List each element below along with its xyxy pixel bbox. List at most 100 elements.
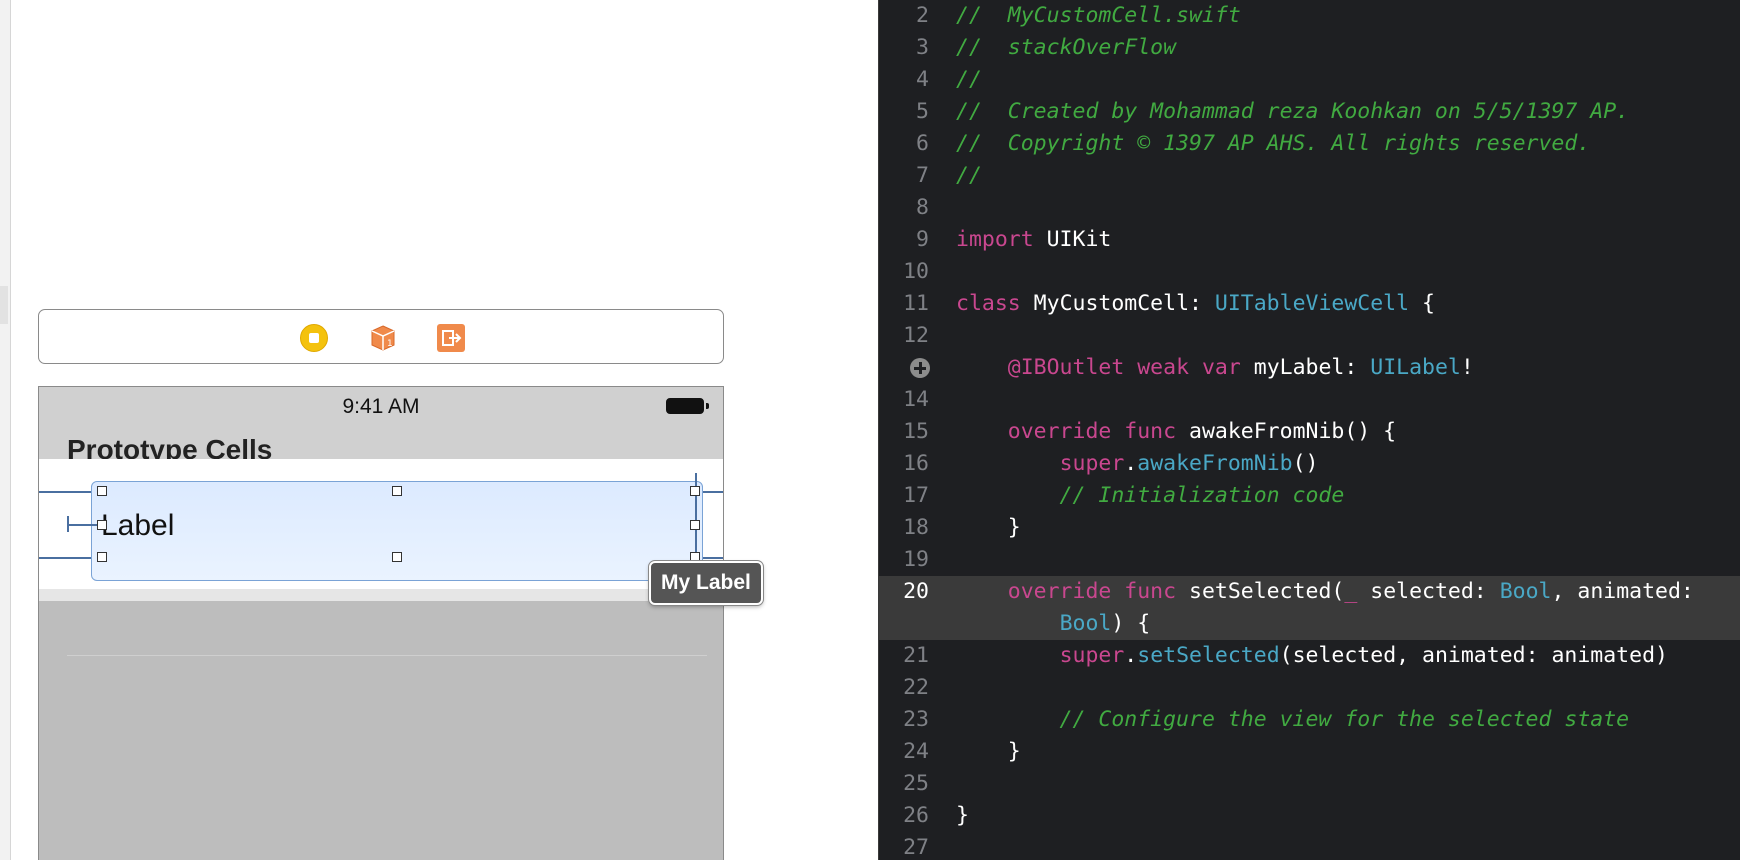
code-text: } — [956, 736, 1021, 768]
line-number: 7 — [916, 163, 929, 188]
code-token: // Initialization code — [956, 483, 1345, 508]
code-line[interactable]: 7 // — [879, 160, 1740, 192]
resize-handle-mr[interactable] — [690, 520, 700, 530]
code-line[interactable]: 18 } — [879, 512, 1740, 544]
code-token: override — [1007, 579, 1112, 604]
resize-handle-bl[interactable] — [97, 552, 107, 562]
code-line[interactable]: 12 — [879, 320, 1740, 352]
scene-dock: 1 — [38, 309, 724, 364]
resize-handle-tr[interactable] — [690, 486, 700, 496]
code-line[interactable]: @IBOutlet weak var myLabel: UILabel! — [879, 352, 1740, 384]
code-line[interactable]: 25 — [879, 768, 1740, 800]
line-number: 19 — [903, 547, 929, 572]
code-token: } — [956, 739, 1021, 764]
code-line[interactable]: 3 // stackOverFlow — [879, 32, 1740, 64]
code-line[interactable]: 8 — [879, 192, 1740, 224]
code-text: // — [956, 64, 982, 96]
line-number: 21 — [903, 643, 929, 668]
code-token: . — [1124, 451, 1138, 476]
line-number: 11 — [903, 291, 929, 316]
code-line[interactable]: Bool) { — [879, 608, 1740, 640]
code-line[interactable]: 16 super.awakeFromNib() — [879, 448, 1740, 480]
code-token: @IBOutlet — [1007, 355, 1125, 380]
code-line[interactable]: 23 // Configure the view for the selecte… — [879, 704, 1740, 736]
code-token: // Configure the view for the selected s… — [956, 707, 1630, 732]
prototype-cell[interactable]: Label — [39, 471, 723, 583]
cell-label[interactable]: Label — [101, 509, 174, 543]
code-text: // — [956, 160, 982, 192]
code-token: awakeFromNib() { — [1176, 419, 1397, 444]
leading-constraint[interactable] — [67, 524, 101, 526]
code-line[interactable]: 2 // MyCustomCell.swift — [879, 0, 1740, 32]
code-line[interactable]: 14 — [879, 384, 1740, 416]
first-responder-cube-icon[interactable]: 1 — [369, 324, 397, 352]
code-line[interactable]: 5 // Created by Mohammad reza Koohkan on … — [879, 96, 1740, 128]
resize-handle-bc[interactable] — [392, 552, 402, 562]
code-line[interactable]: 24 } — [879, 736, 1740, 768]
code-token: override — [1007, 419, 1112, 444]
interface-builder-canvas[interactable]: 1 9:41 AM Prototype Cells Label My Label — [0, 0, 878, 860]
resize-handle-tc[interactable] — [392, 486, 402, 496]
code-token: } — [956, 515, 1021, 540]
table-section-header: Prototype Cells — [39, 427, 723, 465]
line-number: 16 — [903, 451, 929, 476]
code-line[interactable]: 10 — [879, 256, 1740, 288]
resize-handle-ml[interactable] — [97, 520, 107, 530]
device-frame: 9:41 AM Prototype Cells Label — [38, 386, 724, 860]
code-line[interactable]: 21 super.setSelected(selected, animated:… — [879, 640, 1740, 672]
code-token: weak — [1137, 355, 1190, 380]
cell-separator — [67, 655, 707, 656]
table-view[interactable]: Label — [39, 459, 723, 656]
code-line[interactable]: 15 override func awakeFromNib() { — [879, 416, 1740, 448]
line-number: 10 — [903, 259, 929, 284]
exit-icon[interactable] — [437, 324, 465, 352]
code-line[interactable]: 4 // — [879, 64, 1740, 96]
line-number: 12 — [903, 323, 929, 348]
code-line[interactable]: 27 — [879, 832, 1740, 860]
code-line[interactable]: 6 // Copyright © 1397 AP AHS. All rights … — [879, 128, 1740, 160]
code-text: @IBOutlet weak var myLabel: UILabel! — [956, 352, 1474, 384]
code-line[interactable]: 19 — [879, 544, 1740, 576]
outlet-connection-icon[interactable] — [910, 358, 930, 378]
code-token: myLabel: — [1240, 355, 1371, 380]
code-token: selected: — [1357, 579, 1500, 604]
line-number: 25 — [903, 771, 929, 796]
code-token: UIKit — [1033, 227, 1112, 252]
code-token: ) { — [1111, 611, 1151, 636]
code-token: func — [1124, 419, 1177, 444]
line-number: 8 — [916, 195, 929, 220]
line-number: 2 — [916, 3, 929, 28]
code-editor[interactable]: 2 // MyCustomCell.swift 3 // stackOverFlow 4… — [878, 0, 1740, 860]
line-number: 22 — [903, 675, 929, 700]
code-text: } — [956, 800, 969, 832]
code-token: Bool — [1499, 579, 1552, 604]
code-line[interactable]: 20 override func setSelected(_ selected:… — [879, 576, 1740, 608]
code-text: super.awakeFromNib() — [956, 448, 1319, 480]
line-number: 6 — [916, 131, 929, 156]
code-line[interactable]: 26} — [879, 800, 1740, 832]
line-number: 9 — [916, 227, 929, 252]
line-number: 20 — [903, 579, 929, 604]
code-text: // Configure the view for the selected s… — [956, 704, 1630, 736]
code-token: ! — [1460, 355, 1474, 380]
code-token: () — [1292, 451, 1319, 476]
code-line[interactable]: 11 class MyCustomCell: UITableViewCell { — [879, 288, 1740, 320]
code-line[interactable]: 22 — [879, 672, 1740, 704]
selected-label-frame[interactable] — [91, 481, 703, 581]
code-token: _ — [1344, 579, 1358, 604]
code-token: (selected, animated: animated) — [1279, 643, 1668, 668]
view-controller-icon[interactable] — [300, 324, 328, 352]
resize-handle-tl[interactable] — [97, 486, 107, 496]
status-time: 9:41 AM — [342, 395, 420, 418]
code-token: { — [1409, 291, 1435, 316]
code-line[interactable]: 9 import UIKit — [879, 224, 1740, 256]
code-line[interactable]: 17 // Initialization code — [879, 480, 1740, 512]
canvas-left-edge — [0, 0, 11, 860]
